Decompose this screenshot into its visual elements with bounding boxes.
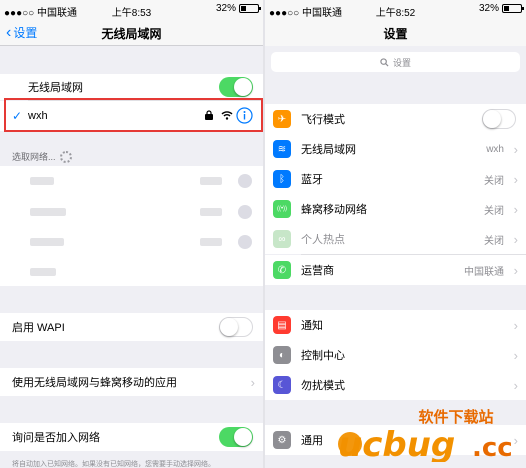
- footnote: 将自动加入已知网络。如果没有已知网络，您需要手动选择网络。: [12, 461, 215, 468]
- settings-item-label: 无线局域网: [301, 144, 356, 156]
- toggle-knob: [234, 428, 252, 446]
- ucbug-watermark: 软件下载站 ucbug .cc: [338, 408, 513, 462]
- page-title: 设置: [383, 27, 408, 41]
- network-list: [0, 166, 263, 286]
- chevron-right-icon: ›: [513, 231, 518, 247]
- wapi-row: 启用 WAPI: [0, 313, 263, 341]
- network-item-redacted[interactable]: [30, 268, 56, 276]
- network-item-redacted[interactable]: [30, 238, 64, 246]
- network-item-redacted[interactable]: [30, 208, 66, 216]
- settings-item[interactable]: ᛒ 蓝牙 关闭 ›: [265, 164, 526, 194]
- info-icon[interactable]: [238, 174, 252, 188]
- wifi-settings-screen: ●●●○○ 中国联通 上午8:53 32% ‹ 设置 无线局域网 无线局域网 ✓…: [0, 0, 263, 468]
- network-item-redacted: [200, 238, 222, 246]
- airplane-icon: ✈: [273, 110, 291, 128]
- search-icon: [380, 57, 389, 67]
- page-title: 无线局域网: [101, 27, 162, 41]
- toggle-knob: [220, 318, 238, 336]
- settings-item-value: wxh: [486, 143, 504, 155]
- chevron-right-icon: ›: [513, 317, 518, 333]
- settings-item[interactable]: ◐ 控制中心 ›: [265, 340, 526, 370]
- wifi-label: 无线局域网: [28, 82, 83, 94]
- wapi-label: 启用 WAPI: [12, 322, 65, 334]
- notifications-icon: ▤: [273, 316, 291, 334]
- phone-icon: ✆: [273, 261, 291, 279]
- ask-to-join-toggle[interactable]: [219, 427, 253, 447]
- settings-item-value: 中国联通: [464, 266, 504, 278]
- hotspot-icon: ∞: [273, 230, 291, 248]
- chevron-right-icon: ›: [250, 374, 255, 390]
- status-bar: ●●●○○ 中国联通 上午8:53 32%: [0, 0, 263, 20]
- nav-bar: 设置: [265, 20, 526, 46]
- status-bar: ●●●○○ 中国联通 上午8:52 32%: [265, 0, 526, 20]
- wifi-icon: ≋: [273, 140, 291, 158]
- control-center-icon: ◐: [273, 346, 291, 364]
- chevron-right-icon: ›: [513, 377, 518, 393]
- network-item-redacted: [200, 208, 222, 216]
- settings-item-label: 飞行模式: [301, 114, 345, 126]
- battery-fill: [504, 6, 510, 11]
- watermark-brand: ucbug: [338, 425, 455, 462]
- settings-item-label: 勿扰模式: [301, 380, 345, 392]
- settings-item[interactable]: ∞ 个人热点 关闭 ›: [265, 224, 526, 254]
- settings-item-value: 关闭: [484, 175, 504, 187]
- info-icon[interactable]: [238, 205, 252, 219]
- watermark-suffix: .cc: [472, 433, 513, 462]
- airplane-mode-toggle[interactable]: [482, 109, 516, 129]
- gear-icon: ⚙: [273, 431, 291, 449]
- settings-item-label: 通用: [301, 435, 323, 447]
- moon-icon: ☾: [273, 376, 291, 394]
- watermark-tagline: 软件下载站: [418, 408, 493, 426]
- cellular-icon: ((•)): [273, 200, 291, 218]
- wifi-toggle[interactable]: [219, 77, 253, 97]
- settings-item[interactable]: ((•)) 蜂窝移动网络 关闭 ›: [265, 194, 526, 224]
- chevron-right-icon: ›: [513, 201, 518, 217]
- wapi-toggle[interactable]: [219, 317, 253, 337]
- battery-icon: [239, 4, 261, 13]
- chevron-right-icon: ›: [513, 262, 518, 278]
- network-item-redacted: [200, 177, 222, 185]
- chevron-right-icon: ›: [513, 347, 518, 363]
- wlan-apps-row[interactable]: 使用无线局域网与蜂窝移动的应用 ›: [0, 368, 263, 396]
- settings-item[interactable]: ☾ 勿扰模式 ›: [265, 370, 526, 400]
- battery-percent: 32%: [215, 3, 236, 14]
- settings-item[interactable]: ✆ 运营商 中国联通 ›: [265, 255, 526, 285]
- battery-icon: [502, 4, 524, 13]
- bluetooth-icon: ᛒ: [273, 170, 291, 188]
- settings-item[interactable]: ✈ 飞行模式: [265, 104, 526, 134]
- nav-bar: ‹ 设置 无线局域网: [0, 20, 263, 46]
- choose-network-header: 选取网络...: [12, 150, 72, 163]
- choose-network-label: 选取网络...: [12, 152, 56, 162]
- settings-item-label: 蓝牙: [301, 174, 323, 186]
- battery-status: 32%: [478, 3, 524, 14]
- settings-item[interactable]: ▤ 通知 ›: [265, 310, 526, 340]
- wlan-apps-label: 使用无线局域网与蜂窝移动的应用: [12, 377, 177, 389]
- ask-to-join-row: 询问是否加入网络: [0, 423, 263, 451]
- loading-spinner-icon: [59, 150, 72, 163]
- wifi-toggle-row: 无线局域网: [0, 74, 263, 100]
- settings-item-label: 个人热点: [301, 234, 345, 246]
- settings-item-label: 运营商: [301, 265, 334, 277]
- toggle-knob: [234, 78, 252, 96]
- battery-percent: 32%: [478, 3, 499, 14]
- search-placeholder: 设置: [392, 57, 411, 68]
- info-icon[interactable]: [238, 235, 252, 249]
- settings-screen: ●●●○○ 中国联通 上午8:52 32% 设置 设置 ✈ 飞行模式 ≋ 无线局域网 w…: [265, 0, 526, 468]
- chevron-right-icon: ›: [513, 171, 518, 187]
- toggle-knob: [483, 110, 501, 128]
- settings-item-label: 通知: [301, 320, 323, 332]
- highlight-box: [4, 98, 263, 132]
- settings-item-label: 蜂窝移动网络: [301, 204, 367, 216]
- settings-item-value: 关闭: [484, 235, 504, 247]
- screenshot: ●●●○○ 中国联通 上午8:53 32% ‹ 设置 无线局域网 无线局域网 ✓…: [0, 0, 526, 468]
- settings-item[interactable]: ≋ 无线局域网 wxh ›: [265, 134, 526, 164]
- settings-item-value: 关闭: [484, 205, 504, 217]
- battery-status: 32%: [215, 3, 261, 14]
- network-item-redacted[interactable]: [30, 177, 54, 185]
- battery-fill: [241, 6, 247, 11]
- ask-to-join-label: 询问是否加入网络: [12, 432, 100, 444]
- search-field[interactable]: 设置: [271, 52, 520, 72]
- chevron-right-icon: ›: [513, 141, 518, 157]
- settings-item-label: 控制中心: [301, 350, 345, 362]
